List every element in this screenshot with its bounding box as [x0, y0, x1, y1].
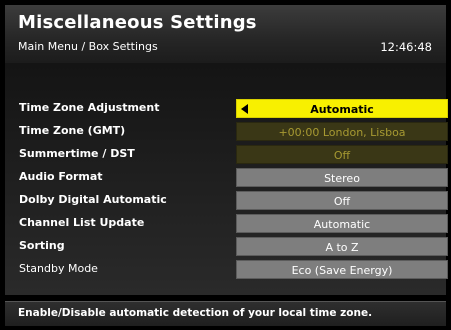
setting-value-selector[interactable]: Automatic — [236, 214, 448, 233]
left-arrow-icon[interactable] — [241, 104, 248, 114]
setting-value-selector[interactable]: Automatic — [236, 99, 448, 118]
setting-row-summertime-dst[interactable]: Summertime / DST Off — [5, 144, 448, 166]
setting-value: Stereo — [324, 172, 360, 185]
page-title: Miscellaneous Settings — [18, 12, 257, 33]
settings-list: Time Zone Adjustment Automatic Time Zone… — [5, 63, 448, 295]
setting-value-selector[interactable]: Stereo — [236, 168, 448, 187]
setting-value-selector[interactable]: +00:00 London, Lisboa — [236, 122, 448, 141]
clock: 12:46:48 — [380, 40, 432, 54]
setting-label: Audio Format — [19, 170, 103, 183]
setting-label: Sorting — [19, 239, 65, 252]
setting-label: Time Zone (GMT) — [19, 124, 126, 137]
setting-value: Automatic — [310, 103, 374, 116]
setting-label: Time Zone Adjustment — [19, 101, 160, 114]
setting-label: Summertime / DST — [19, 147, 135, 160]
setting-value: Eco (Save Energy) — [291, 264, 393, 277]
setting-row-audio-format[interactable]: Audio Format Stereo — [5, 167, 448, 189]
setting-row-time-zone-gmt[interactable]: Time Zone (GMT) +00:00 London, Lisboa — [5, 121, 448, 143]
setting-value: Off — [333, 149, 351, 162]
breadcrumb: Main Menu / Box Settings — [18, 40, 158, 53]
setting-value-selector[interactable]: Off — [236, 145, 448, 164]
setting-value: Off — [333, 195, 351, 208]
setting-row-dolby-digital-automatic[interactable]: Dolby Digital Automatic Off — [5, 190, 448, 212]
setting-label: Standby Mode — [19, 262, 98, 275]
setting-value-selector[interactable]: Eco (Save Energy) — [236, 260, 448, 279]
setting-row-time-zone-adjustment[interactable]: Time Zone Adjustment Automatic — [5, 98, 448, 120]
setting-label: Channel List Update — [19, 216, 145, 229]
header-bar: Miscellaneous Settings Main Menu / Box S… — [5, 5, 446, 64]
setting-row-channel-list-update[interactable]: Channel List Update Automatic — [5, 213, 448, 235]
help-bar: Enable/Disable automatic detection of yo… — [5, 301, 446, 326]
setting-row-sorting[interactable]: Sorting A to Z — [5, 236, 448, 258]
help-text: Enable/Disable automatic detection of yo… — [18, 307, 373, 319]
setting-value: +00:00 London, Lisboa — [278, 126, 406, 139]
settings-screen: Miscellaneous Settings Main Menu / Box S… — [0, 0, 451, 330]
setting-value: A to Z — [325, 241, 359, 254]
setting-label: Dolby Digital Automatic — [19, 193, 167, 206]
setting-row-standby-mode[interactable]: Standby Mode Eco (Save Energy) — [5, 259, 448, 281]
setting-value: Automatic — [313, 218, 371, 231]
setting-value-selector[interactable]: A to Z — [236, 237, 448, 256]
setting-value-selector[interactable]: Off — [236, 191, 448, 210]
